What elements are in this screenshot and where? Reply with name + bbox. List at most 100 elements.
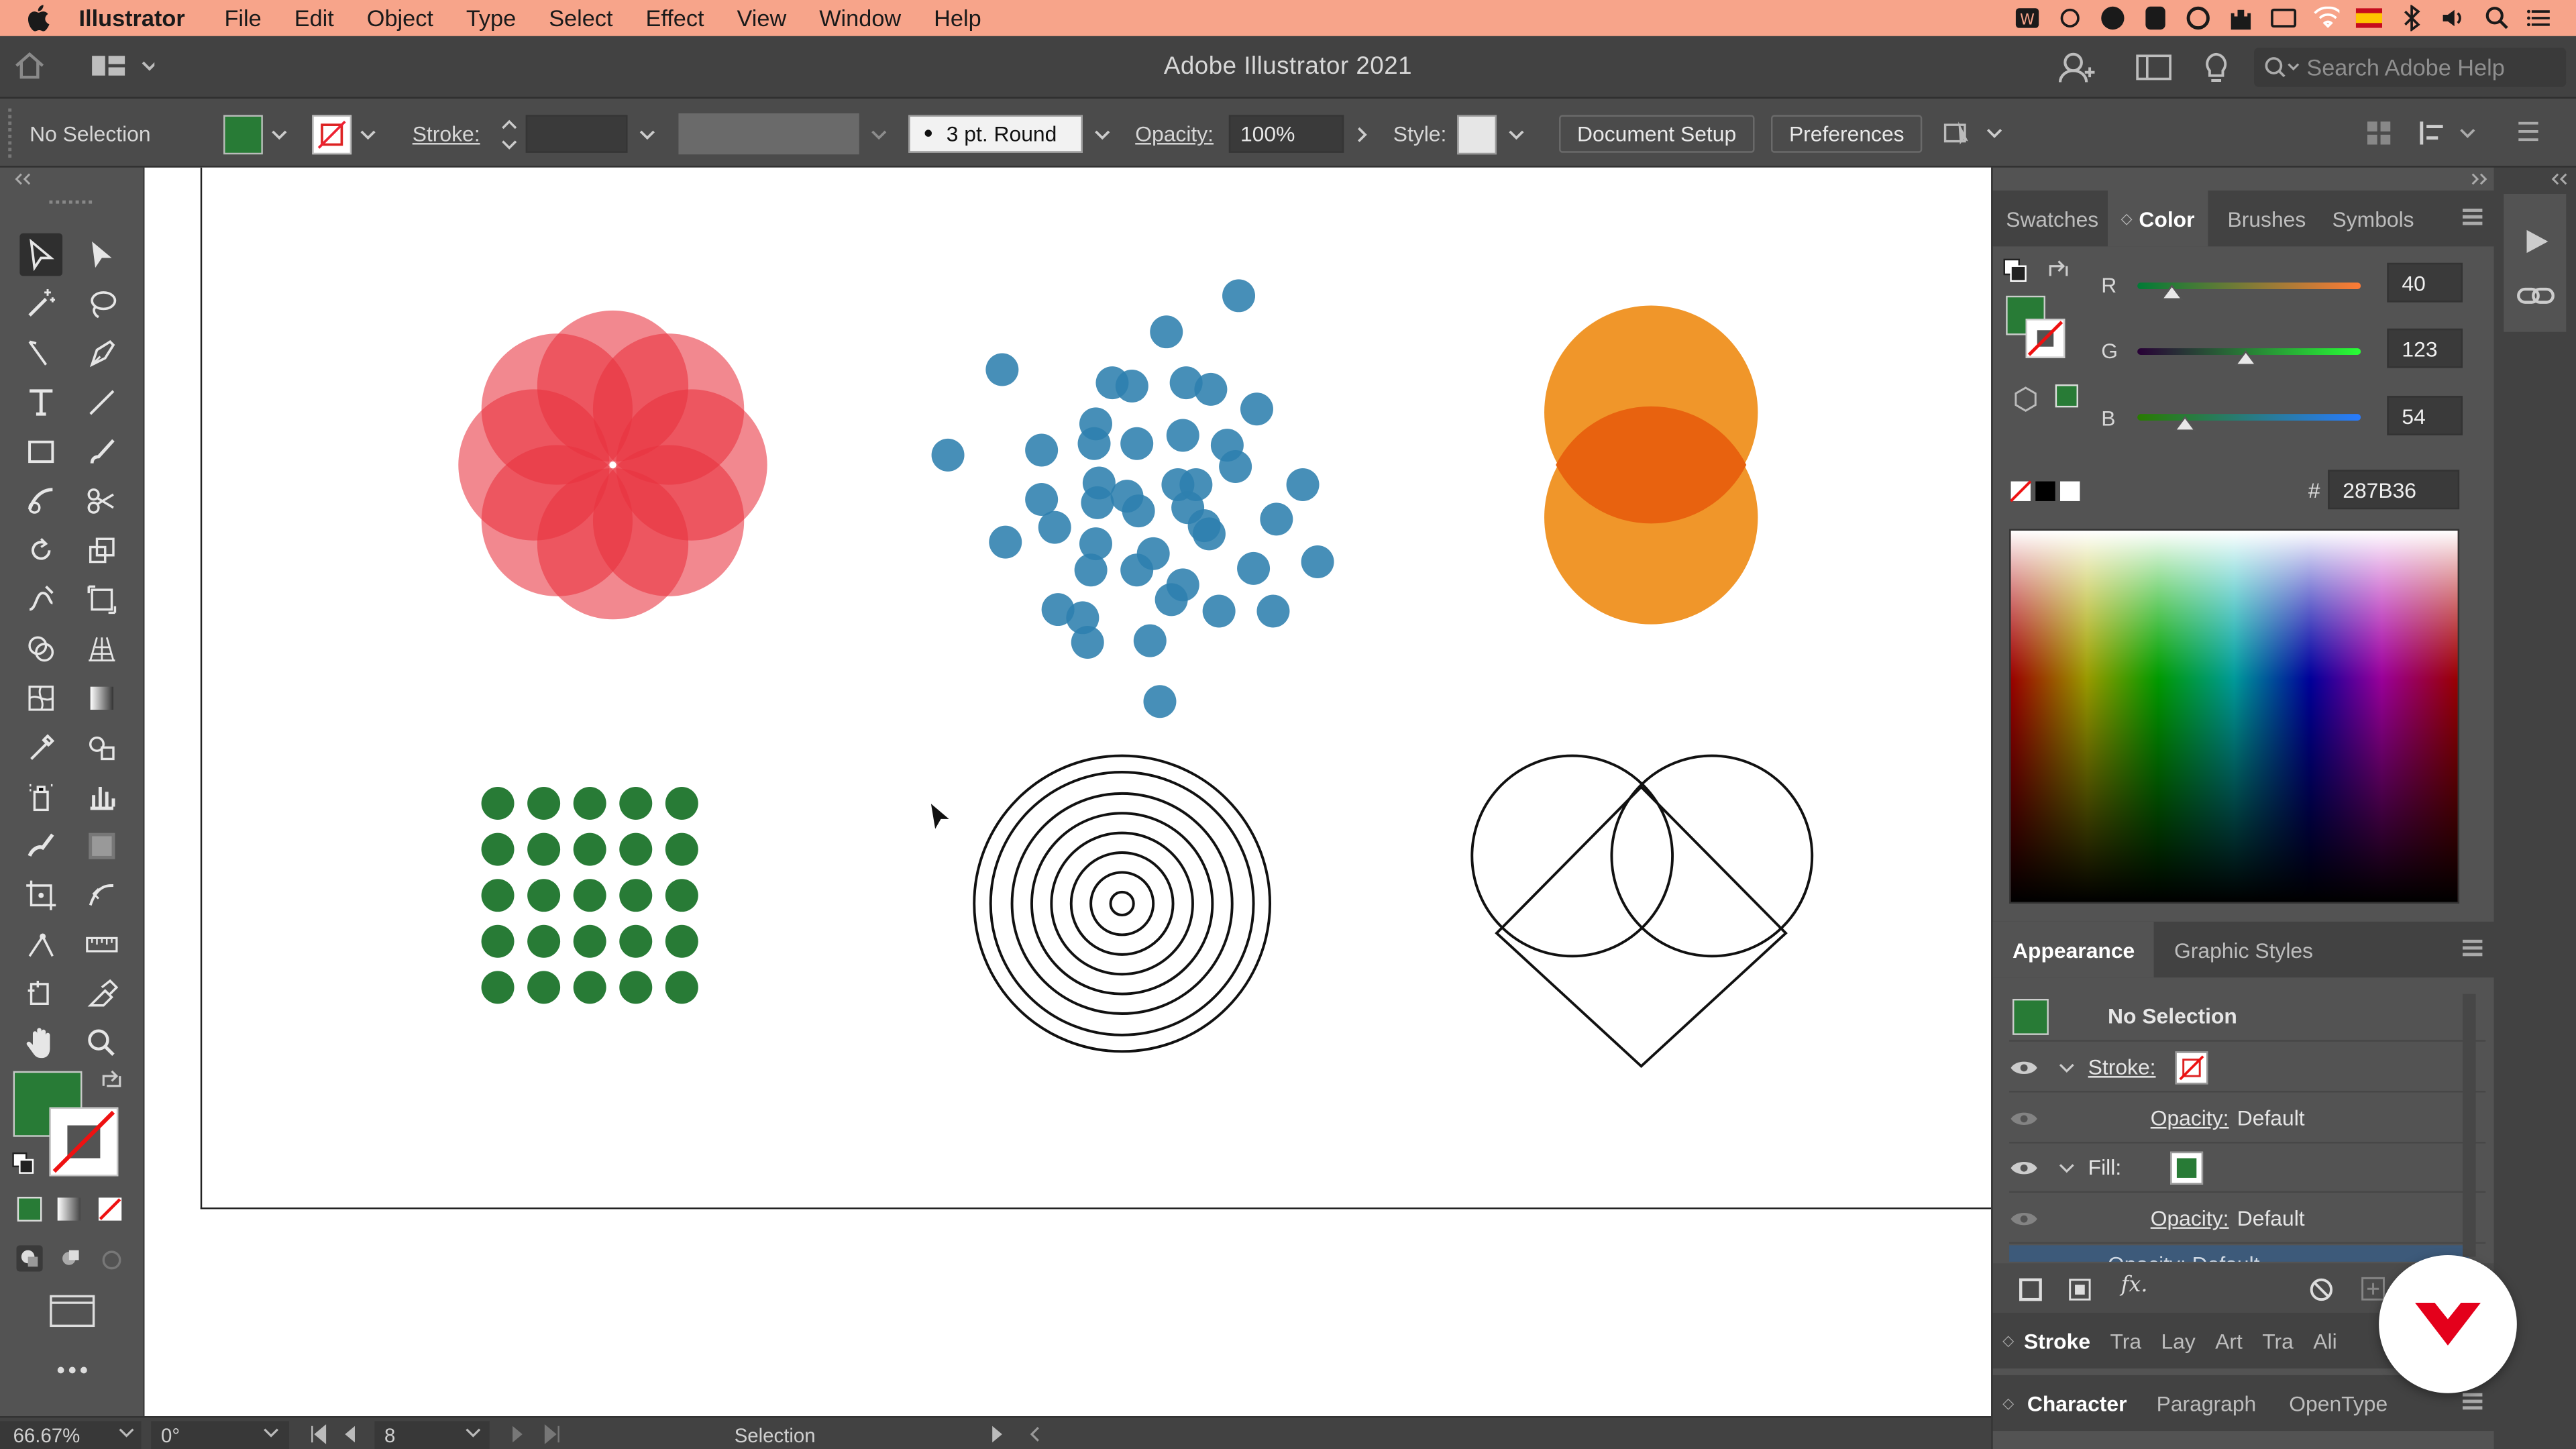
blue-dot[interactable] bbox=[1301, 545, 1334, 579]
eraser-tool-icon[interactable] bbox=[80, 973, 123, 1016]
ring[interactable] bbox=[1010, 792, 1234, 1015]
blue-dot[interactable] bbox=[1071, 626, 1104, 659]
graphic-style-swatch[interactable] bbox=[1457, 114, 1497, 154]
opacity-label[interactable]: Opacity: bbox=[1135, 113, 1214, 154]
visibility-eye-icon[interactable] bbox=[2009, 1157, 2039, 1177]
menu-help[interactable]: Help bbox=[918, 5, 998, 31]
tab-brushes[interactable]: Brushes bbox=[2208, 191, 2319, 246]
help-search-input[interactable]: Search Adobe Help bbox=[2254, 48, 2567, 87]
collapse-dock-icon[interactable] bbox=[2550, 172, 2569, 186]
rotate-tool-icon[interactable] bbox=[19, 529, 62, 572]
menu-object[interactable]: Object bbox=[350, 5, 449, 31]
control-center-icon[interactable] bbox=[2527, 5, 2553, 31]
variable-width-profile[interactable] bbox=[678, 113, 888, 155]
green-dot[interactable] bbox=[573, 971, 606, 1004]
status-menu-arrow-icon[interactable] bbox=[989, 1424, 1005, 1444]
first-artboard-icon[interactable] bbox=[309, 1424, 328, 1444]
blue-dot[interactable] bbox=[1025, 483, 1059, 516]
blue-dot[interactable] bbox=[1120, 553, 1154, 587]
blue-dot[interactable] bbox=[1260, 502, 1293, 536]
extension-icon[interactable]: W bbox=[2014, 5, 2040, 31]
artwork[interactable] bbox=[202, 168, 1992, 1210]
brush-field[interactable]: ● 3 pt. Round bbox=[908, 115, 1083, 153]
fill-swatch-control[interactable] bbox=[223, 113, 289, 154]
blue-dot[interactable] bbox=[1038, 511, 1071, 544]
blue-dot[interactable] bbox=[1219, 450, 1252, 483]
green-dot[interactable] bbox=[665, 833, 698, 866]
blue-dot[interactable] bbox=[989, 525, 1022, 559]
display-icon[interactable] bbox=[2270, 5, 2297, 31]
scale-tool-icon[interactable] bbox=[80, 529, 123, 572]
blue-dot[interactable] bbox=[1237, 551, 1271, 585]
overlapping-orange-circles[interactable] bbox=[1544, 305, 1758, 625]
blue-input[interactable]: 54 bbox=[2387, 396, 2463, 435]
blend-tool-icon[interactable] bbox=[80, 726, 123, 769]
blue-dot[interactable] bbox=[1155, 583, 1188, 616]
none-mode-icon[interactable] bbox=[97, 1196, 123, 1222]
tab-swatches[interactable]: Swatches bbox=[1993, 191, 2108, 246]
menu-type[interactable]: Type bbox=[449, 5, 532, 31]
blue-dot[interactable] bbox=[1286, 468, 1320, 501]
magic-wand-tool-icon[interactable] bbox=[19, 282, 62, 325]
stroke-swatch-control[interactable] bbox=[312, 113, 378, 154]
brush-definition[interactable]: ● 3 pt. Round bbox=[908, 113, 1112, 154]
tab-character[interactable]: Character bbox=[2014, 1375, 2140, 1431]
ring[interactable] bbox=[989, 771, 1255, 1036]
blue-dot[interactable] bbox=[985, 353, 1019, 386]
chevron-right-icon[interactable] bbox=[1354, 124, 1370, 144]
stroke-label[interactable]: Stroke: bbox=[413, 113, 480, 154]
perspective-grid-tool-icon[interactable] bbox=[80, 628, 123, 671]
blue-dot[interactable] bbox=[1133, 624, 1167, 657]
visibility-eye-icon[interactable] bbox=[2009, 1208, 2039, 1228]
green-dot[interactable] bbox=[481, 787, 515, 820]
mesh-tool-icon[interactable] bbox=[19, 677, 62, 720]
blue-dot[interactable] bbox=[1192, 517, 1226, 551]
green-dot[interactable] bbox=[527, 971, 561, 1004]
curvature-tool-icon[interactable] bbox=[19, 332, 62, 375]
appearance-fill-row[interactable]: Fill: bbox=[2009, 1143, 2486, 1193]
panel-menu-icon[interactable] bbox=[2463, 939, 2483, 957]
tab-transform[interactable]: Tra bbox=[2253, 1313, 2304, 1368]
tools-grip[interactable] bbox=[49, 200, 93, 207]
appearance-scrollbar[interactable] bbox=[2463, 994, 2476, 1257]
direct-selection-tool-icon[interactable] bbox=[80, 233, 123, 276]
gradient-tool-icon[interactable] bbox=[80, 677, 123, 720]
green-dot[interactable] bbox=[527, 787, 561, 820]
paintbrush-tool-icon[interactable] bbox=[80, 431, 123, 474]
next-artboard-icon[interactable] bbox=[509, 1424, 525, 1444]
draw-normal-icon[interactable] bbox=[15, 1244, 44, 1273]
bluetooth-icon[interactable] bbox=[2399, 5, 2425, 32]
tab-align[interactable]: Ali bbox=[2304, 1313, 2347, 1368]
control-menu-icon[interactable] bbox=[2517, 120, 2540, 143]
gradient-mode-icon[interactable] bbox=[56, 1196, 82, 1222]
green-dot[interactable] bbox=[481, 924, 515, 958]
previous-artboard-icon[interactable] bbox=[341, 1424, 358, 1444]
tab-layers[interactable]: Lay bbox=[2151, 1313, 2206, 1368]
blue-dot[interactable] bbox=[1256, 594, 1290, 628]
stroke-none-swatch[interactable] bbox=[312, 114, 352, 154]
green-dot-grid[interactable] bbox=[481, 787, 698, 1004]
appearance-stroke-label[interactable]: Stroke: bbox=[2088, 1055, 2156, 1079]
distribute-icon[interactable] bbox=[2418, 118, 2484, 148]
slice-tool-icon[interactable] bbox=[19, 973, 62, 1016]
panel-menu-icon[interactable] bbox=[2463, 1393, 2483, 1410]
opacity-control[interactable]: 100% bbox=[1228, 113, 1371, 154]
appearance-fill-opacity-row[interactable]: Opacity: Default bbox=[2009, 1194, 2486, 1244]
zoom-tool-icon[interactable] bbox=[80, 1022, 123, 1065]
menu-select[interactable]: Select bbox=[533, 5, 629, 31]
ring[interactable] bbox=[1050, 831, 1194, 976]
scroll-left-icon[interactable] bbox=[1027, 1424, 1043, 1444]
dash-icon[interactable] bbox=[2142, 5, 2168, 31]
green-dot[interactable] bbox=[619, 971, 653, 1004]
document-canvas[interactable] bbox=[144, 167, 1992, 1417]
green-dot[interactable] bbox=[527, 924, 561, 958]
hex-input[interactable]: 287B36 bbox=[2328, 470, 2460, 510]
swap-colors-icon[interactable] bbox=[2045, 258, 2072, 284]
green-dot[interactable] bbox=[573, 924, 606, 958]
clear-appearance-icon[interactable] bbox=[2308, 1277, 2334, 1303]
green-dot[interactable] bbox=[573, 879, 606, 912]
document-setup-button[interactable]: Document Setup bbox=[1559, 113, 1755, 154]
column-graph-tool-icon[interactable] bbox=[80, 775, 123, 818]
edit-toolbar-more-icon[interactable] bbox=[56, 1364, 89, 1377]
flower-petal[interactable] bbox=[592, 333, 745, 485]
